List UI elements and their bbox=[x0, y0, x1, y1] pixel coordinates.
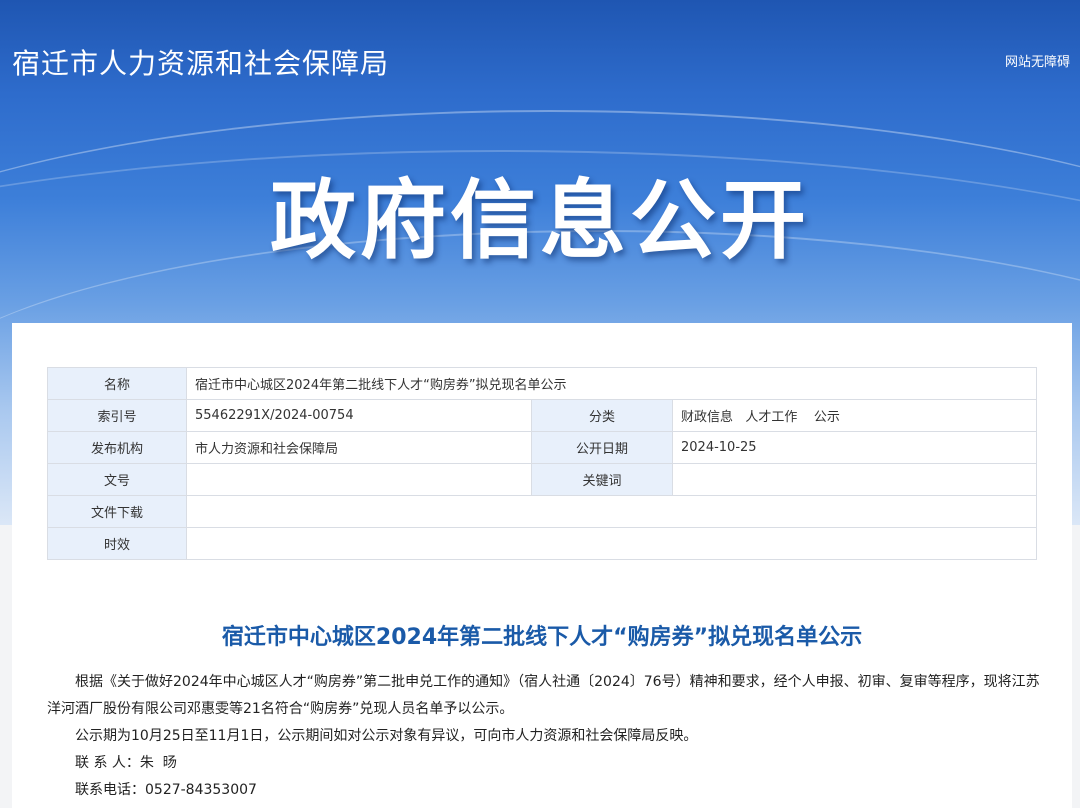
article-body: 根据《关于做好2024年中心城区人才“购房券”第二批申兑工作的通知》（宿人社通〔… bbox=[47, 669, 1047, 804]
index-value: 55462291X/2024-00754 bbox=[186, 399, 532, 432]
table-row: 文号 关键词 bbox=[47, 463, 1037, 496]
name-value: 宿迁市中心城区2024年第二批线下人才“购房券”拟兑现名单公示 bbox=[186, 367, 1037, 400]
table-row: 索引号 55462291X/2024-00754 分类 财政信息 人才工作 公示 bbox=[47, 399, 1037, 432]
keywords-value bbox=[672, 463, 1037, 496]
download-label: 文件下载 bbox=[47, 495, 187, 528]
publisher-label: 发布机构 bbox=[47, 431, 187, 464]
main-content: 名称 宿迁市中心城区2024年第二批线下人才“购房券”拟兑现名单公示 索引号 5… bbox=[12, 323, 1072, 808]
contact-person: 联 系 人：朱 旸 bbox=[75, 755, 177, 771]
table-row: 时效 bbox=[47, 527, 1037, 560]
table-row: 文件下载 bbox=[47, 495, 1037, 528]
validity-label: 时效 bbox=[47, 527, 187, 560]
hero-title: 政府信息公开 bbox=[270, 171, 810, 271]
publisher-value: 市人力资源和社会保障局 bbox=[186, 431, 532, 464]
index-label: 索引号 bbox=[47, 399, 187, 432]
article-paragraph: 根据《关于做好2024年中心城区人才“购房券”第二批申兑工作的通知》（宿人社通〔… bbox=[47, 674, 1040, 717]
date-label: 公开日期 bbox=[531, 431, 673, 464]
accessibility-link[interactable]: 网站无障碍 bbox=[1005, 51, 1070, 70]
contact-phone: 联系电话：0527-84353007 bbox=[75, 782, 257, 798]
article-paragraph: 公示期为10月25日至11月1日，公示期间如对公示对象有异议，可向市人力资源和社… bbox=[75, 728, 698, 744]
keywords-label: 关键词 bbox=[531, 463, 673, 496]
table-row: 发布机构 市人力资源和社会保障局 公开日期 2024-10-25 bbox=[47, 431, 1037, 464]
name-label: 名称 bbox=[47, 367, 187, 400]
download-value[interactable] bbox=[186, 495, 1037, 528]
doc-number-value bbox=[186, 463, 532, 496]
doc-number-label: 文号 bbox=[47, 463, 187, 496]
article-title: 宿迁市中心城区2024年第二批线下人才“购房券”拟兑现名单公示 bbox=[221, 625, 863, 650]
table-row: 名称 宿迁市中心城区2024年第二批线下人才“购房券”拟兑现名单公示 bbox=[47, 367, 1037, 400]
site-title[interactable]: 宿迁市人力资源和社会保障局 bbox=[12, 42, 389, 82]
validity-value bbox=[186, 527, 1037, 560]
category-label: 分类 bbox=[531, 399, 673, 432]
date-value: 2024-10-25 bbox=[672, 431, 1037, 464]
category-value: 财政信息 人才工作 公示 bbox=[672, 399, 1037, 432]
document-info-table: 名称 宿迁市中心城区2024年第二批线下人才“购房券”拟兑现名单公示 索引号 5… bbox=[47, 367, 1037, 560]
